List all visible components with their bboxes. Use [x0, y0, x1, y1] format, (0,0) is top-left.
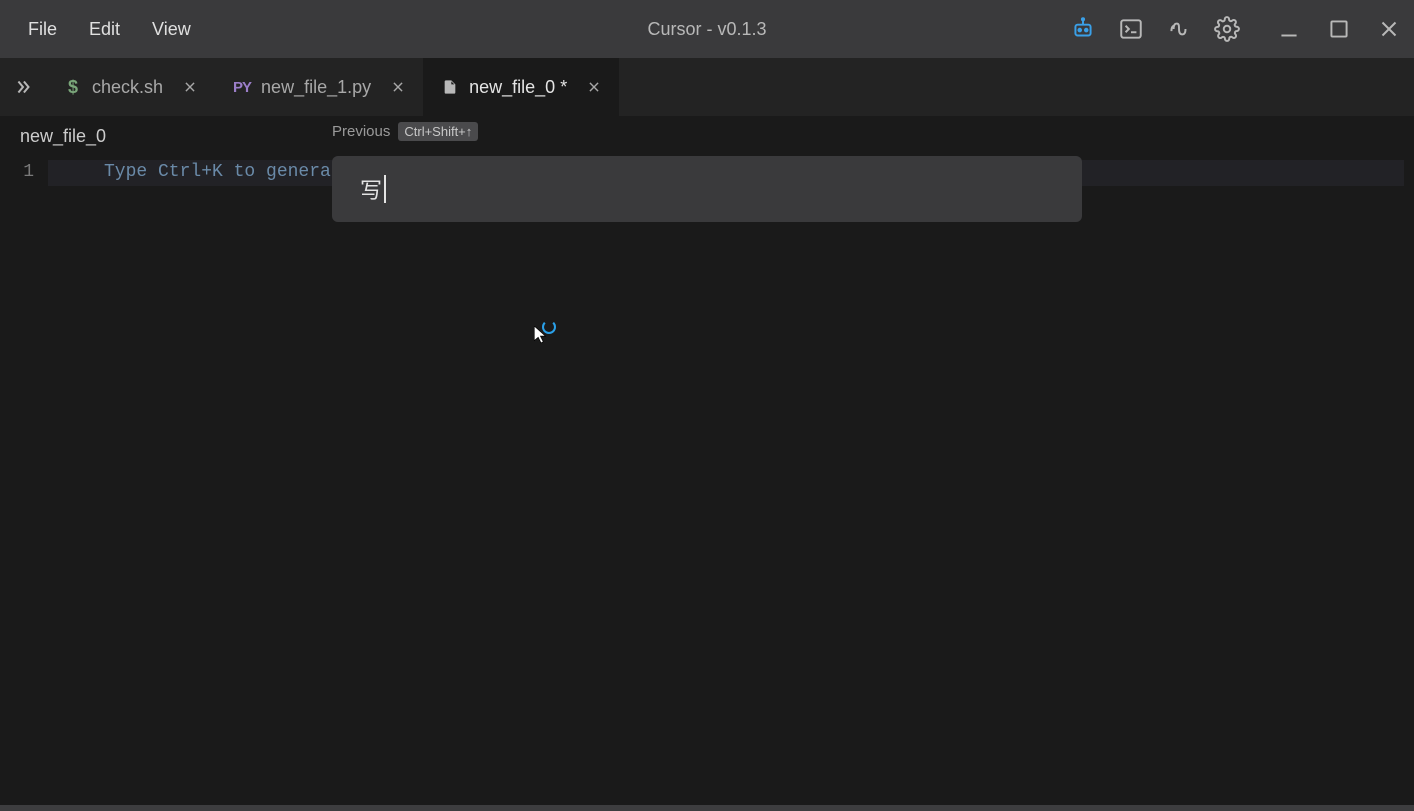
wave-icon[interactable] — [1166, 16, 1192, 42]
generic-file-icon — [441, 78, 459, 96]
minimize-button[interactable] — [1276, 16, 1302, 42]
tab-label: new_file_1.py — [261, 77, 371, 98]
previous-label: Previous — [332, 123, 390, 140]
titlebar: File Edit View Cursor - v0.1.3 — [0, 0, 1414, 58]
previous-hint: Previous Ctrl+Shift+↑ — [332, 122, 478, 141]
python-file-icon: PY — [233, 78, 251, 96]
close-button[interactable] — [1376, 16, 1402, 42]
breadcrumb: new_file_0 Previous Ctrl+Shift+↑ — [0, 116, 1414, 156]
ai-robot-icon[interactable] — [1070, 16, 1096, 42]
line-number: 1 — [0, 162, 34, 182]
expand-tabs-icon[interactable] — [0, 58, 46, 116]
tab-bar: $ check.sh PY new_file_1.py new_file_0 * — [0, 58, 1414, 116]
shell-file-icon: $ — [64, 78, 82, 96]
menu-view[interactable]: View — [136, 13, 207, 46]
gear-icon[interactable] — [1214, 16, 1240, 42]
editor-placeholder-text: Type Ctrl+K to generat — [104, 162, 342, 182]
line-gutter: 1 — [0, 156, 48, 182]
window-controls — [1276, 16, 1402, 42]
editor-area[interactable]: 1 Type Ctrl+K to generat — [0, 156, 1414, 811]
status-bar — [0, 805, 1414, 811]
ai-command-palette[interactable]: 写 — [332, 156, 1082, 222]
titlebar-actions — [1070, 16, 1402, 42]
close-icon[interactable] — [583, 76, 605, 98]
tab-label: new_file_0 * — [469, 77, 567, 98]
tab-new-file-0[interactable]: new_file_0 * — [423, 58, 619, 116]
app-title: Cursor - v0.1.3 — [647, 19, 766, 40]
tab-label: check.sh — [92, 77, 163, 98]
close-icon[interactable] — [387, 76, 409, 98]
menu-edit[interactable]: Edit — [73, 13, 136, 46]
tab-check-sh[interactable]: $ check.sh — [46, 58, 215, 116]
shortcut-badge: Ctrl+Shift+↑ — [398, 122, 478, 141]
tab-new-file-1-py[interactable]: PY new_file_1.py — [215, 58, 423, 116]
close-icon[interactable] — [179, 76, 201, 98]
maximize-button[interactable] — [1326, 16, 1352, 42]
terminal-icon[interactable] — [1118, 16, 1144, 42]
menu-file[interactable]: File — [12, 13, 73, 46]
main-menu: File Edit View — [12, 13, 207, 46]
breadcrumb-path[interactable]: new_file_0 — [20, 126, 106, 147]
